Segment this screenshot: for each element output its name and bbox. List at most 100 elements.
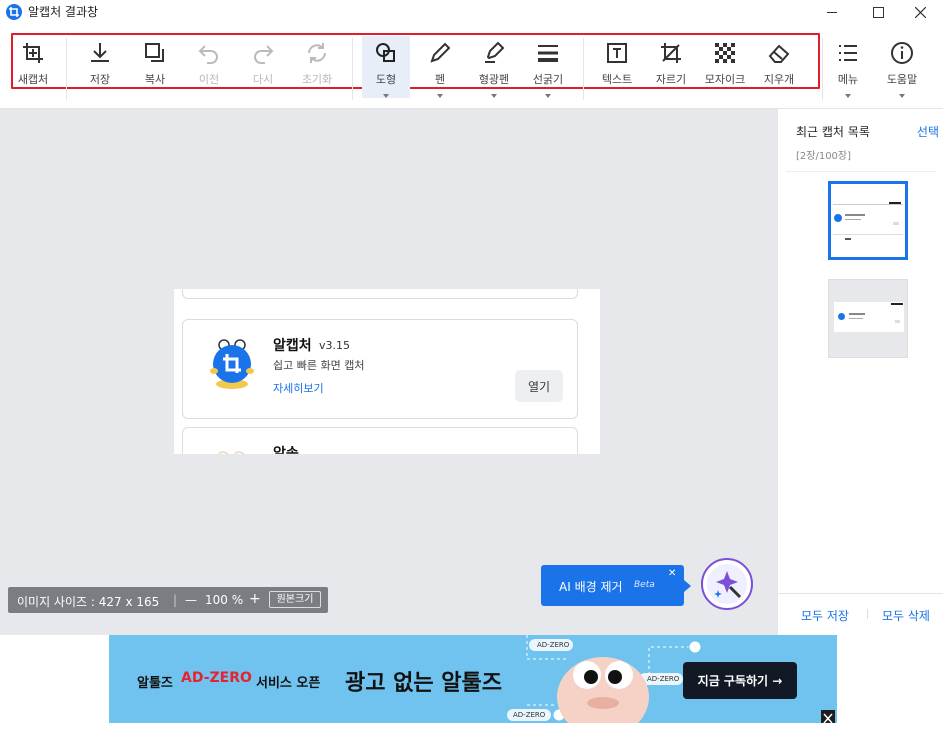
subscribe-now-button[interactable]: 지금 구독하기 → — [683, 662, 797, 699]
shape-label: 도형 — [375, 73, 397, 86]
pen-label: 펜 — [434, 73, 446, 86]
captured-image[interactable]: 알캡처 v3.15 쉽고 빠른 화면 캡처 자세히보기 열기 알송 — [174, 289, 600, 454]
pen-tool-button[interactable]: 펜 — [416, 36, 464, 98]
next-card: 알송 — [182, 427, 578, 454]
eraser-label: 지우개 — [763, 73, 795, 86]
new-capture-button[interactable]: 새캡처 — [9, 36, 57, 98]
shape-icon — [376, 43, 395, 62]
highlighter-tool-button[interactable]: 형광펜 — [470, 36, 518, 98]
copy-icon — [145, 43, 164, 62]
divider — [583, 38, 584, 100]
ad-close-button[interactable] — [821, 710, 835, 724]
highlighter-label: 형광펜 — [478, 73, 510, 86]
reset-button[interactable]: 초기화 — [293, 36, 341, 98]
zoom-out-button[interactable]: — — [185, 593, 197, 607]
crop-add-icon — [23, 43, 43, 63]
crop-tool-button[interactable]: 자르기 — [647, 36, 695, 98]
highlighter-icon — [485, 41, 505, 63]
ai-popup-label: AI 배경 제거 — [559, 580, 623, 594]
beta-badge: Beta — [634, 580, 655, 590]
maximize-button[interactable] — [855, 0, 901, 24]
line-thickness-button[interactable]: 선굵기 — [524, 36, 572, 98]
alsong-icon — [217, 451, 245, 454]
original-size-button[interactable]: 원본크기 — [269, 591, 321, 608]
copy-button[interactable]: 복사 — [131, 36, 179, 98]
new-capture-label: 새캡처 — [17, 73, 49, 86]
pen-icon — [430, 42, 451, 63]
next-card-title: 알송 — [273, 446, 299, 454]
app-name: 알캡처 — [273, 338, 312, 354]
capture-thumbnail[interactable] — [828, 279, 908, 358]
chevron-down-icon — [437, 94, 443, 98]
save-label: 저장 — [89, 73, 111, 86]
ad-highlight: AD-ZERO — [181, 670, 252, 686]
ad-tag-bottom: AD-ZERO — [513, 711, 546, 719]
chevron-down-icon — [491, 94, 497, 98]
window-title: 알캡처 결과창 — [28, 5, 99, 19]
title-bar: 알캡처 결과창 — [0, 0, 943, 24]
menu-button[interactable]: 메뉴 — [824, 36, 872, 98]
details-link[interactable]: 자세히보기 — [273, 380, 324, 396]
ad-mascot-icon — [557, 657, 649, 723]
crop-label: 자르기 — [655, 73, 687, 86]
side-panel-footer: 모두 저장 모두 삭제 — [778, 593, 943, 636]
save-button[interactable]: 저장 — [76, 36, 124, 98]
ad-banner[interactable]: 알툴즈 AD-ZERO 서비스 오픈 광고 없는 알툴즈 AD-ZERO AD-… — [109, 635, 837, 723]
maximize-icon — [872, 6, 884, 18]
canvas-area[interactable]: 알캡처 v3.15 쉽고 빠른 화면 캡처 자세히보기 열기 알송 이미지 사이… — [0, 109, 777, 635]
redo-button[interactable]: 다시 — [239, 36, 287, 98]
chevron-down-icon — [545, 94, 551, 98]
zoom-level: 100 % — [205, 593, 244, 607]
eraser-tool-button[interactable]: 지우개 — [755, 36, 803, 98]
image-size-label: 이미지 사이즈 : 427 x 165 — [17, 595, 160, 609]
ad-headline: 광고 없는 알툴즈 — [345, 671, 502, 696]
copy-label: 복사 — [144, 73, 166, 86]
undo-button[interactable]: 이전 — [185, 36, 233, 98]
text-tool-button[interactable]: 텍스트 — [593, 36, 641, 98]
close-icon — [823, 713, 833, 724]
capture-count: [2장/100장] — [796, 151, 852, 162]
download-icon — [91, 43, 109, 62]
minimize-icon — [827, 11, 837, 13]
close-window-button[interactable] — [897, 0, 943, 24]
save-all-button[interactable]: 모두 저장 — [801, 607, 849, 624]
popup-pointer — [684, 580, 691, 592]
divider — [66, 38, 67, 100]
ad-service-open: 서비스 오픈 — [256, 676, 321, 691]
redo-icon — [254, 45, 274, 64]
select-button[interactable]: 선택 — [917, 123, 939, 140]
chevron-down-icon — [383, 94, 389, 98]
magic-wand-icon — [707, 564, 747, 604]
ad-brand: 알툴즈 — [137, 676, 173, 691]
app-version: v3.15 — [319, 339, 351, 352]
info-icon — [891, 42, 913, 64]
text-icon — [607, 43, 627, 63]
line-thickness-label: 선굵기 — [532, 73, 564, 86]
undo-icon — [198, 45, 218, 64]
minimize-button[interactable] — [809, 0, 855, 24]
alcapture-mascot-icon — [210, 339, 254, 389]
app-logo-icon — [6, 4, 22, 20]
eraser-icon — [768, 44, 790, 63]
mosaic-icon — [715, 43, 735, 63]
crop-icon — [661, 43, 681, 63]
help-button[interactable]: 도움말 — [878, 36, 926, 98]
ad-tag-right: AD-ZERO — [647, 675, 680, 683]
delete-all-button[interactable]: 모두 삭제 — [882, 607, 930, 624]
divider — [352, 38, 353, 100]
ai-popup-close-button[interactable]: ✕ — [668, 568, 676, 579]
mosaic-tool-button[interactable]: 모자이크 — [701, 36, 749, 98]
zoom-in-button[interactable]: + — [249, 591, 261, 607]
ai-background-removal-popup[interactable]: AI 배경 제거 Beta ✕ — [541, 565, 691, 606]
capture-thumbnail-selected[interactable] — [828, 181, 908, 260]
open-button[interactable]: 열기 — [515, 370, 563, 402]
app-description: 쉽고 빠른 화면 캡처 — [273, 359, 365, 372]
chevron-down-icon — [899, 94, 905, 98]
toolbar: 새캡처 저장 복사 이전 다시 초기화 도형 펜 형광펜 선굵기 텍스트 자르기… — [0, 24, 943, 109]
refresh-icon — [308, 43, 326, 63]
footer-divider — [867, 609, 868, 619]
chevron-down-icon — [845, 94, 851, 98]
recent-capture-panel: 최근 캡처 목록 선택 [2장/100장] 모두 저장 모두 삭제 — [777, 109, 943, 635]
shape-tool-button[interactable]: 도형 — [362, 36, 410, 98]
ai-magic-wand-button[interactable] — [701, 558, 753, 610]
